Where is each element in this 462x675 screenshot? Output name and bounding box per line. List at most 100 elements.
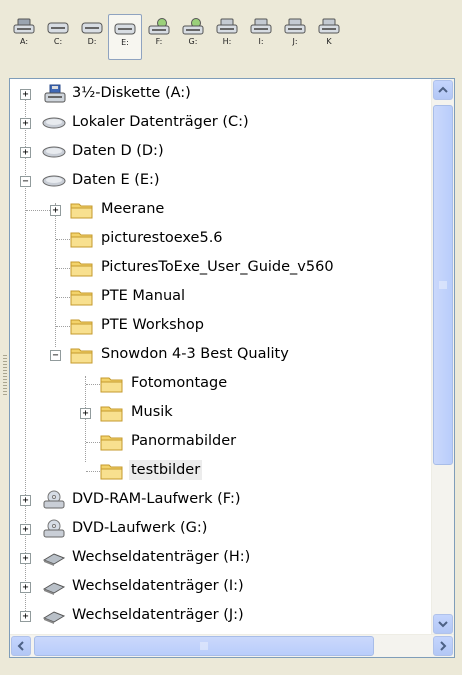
tree-item-drive-f[interactable]: + DVD-RAM-Laufwerk (F:)	[10, 485, 410, 515]
drive-label: D:	[87, 37, 97, 46]
drive-button-a[interactable]: A:	[7, 14, 41, 60]
drive-label: A:	[19, 37, 29, 46]
expand-toggle[interactable]: +	[20, 118, 31, 129]
tree-item-label: Meerane	[101, 201, 165, 217]
tree-item-label: Wechseldatenträger (I:)	[72, 578, 244, 594]
tree-item-folder-pte-manual[interactable]: PTE Manual	[10, 282, 410, 312]
splitter-grip[interactable]	[3, 355, 7, 395]
tree-item-label: Snowdon 4-3 Best Quality	[101, 346, 289, 362]
hard-drive-icon	[114, 23, 136, 35]
drive-label: F:	[155, 37, 163, 46]
folder-icon	[100, 464, 123, 480]
expand-toggle[interactable]: +	[80, 408, 91, 419]
tree-connector	[56, 268, 70, 269]
tree-item-drive-c[interactable]: + Lokaler Datenträger (C:)	[10, 108, 410, 138]
scroll-right-button[interactable]	[433, 636, 453, 656]
tree-item-label: Lokaler Datenträger (C:)	[72, 114, 249, 130]
tree-item-label: Wechseldatenträger (H:)	[72, 549, 251, 565]
scroll-down-button[interactable]	[433, 614, 453, 634]
tree-item-drive-d[interactable]: + Daten D (D:)	[10, 137, 410, 167]
horizontal-scroll-thumb[interactable]	[34, 636, 374, 656]
tree-connector	[56, 297, 70, 298]
tree-item-label: Panormabilder	[131, 433, 237, 449]
removable-drive-icon	[42, 553, 66, 566]
tree-item-drive-a[interactable]: + 3½-Diskette (A:)	[10, 79, 410, 109]
removable-drive-icon	[42, 582, 66, 595]
tree-item-label-selected: testbilder	[129, 460, 203, 480]
dvd-drive-icon	[43, 490, 65, 509]
tree-item-folder-snowdon[interactable]: − Snowdon 4-3 Best Quality	[10, 340, 410, 370]
tree-item-folder-musik[interactable]: + Musik	[10, 398, 410, 428]
tree-connector	[86, 384, 100, 385]
tree-connector	[26, 210, 50, 211]
drive-button-j[interactable]: J:	[278, 14, 312, 60]
tree-item-label: DVD-Laufwerk (G:)	[72, 520, 208, 536]
tree-item-folder-panormabilder[interactable]: Panormabilder	[10, 427, 410, 457]
horizontal-scrollbar[interactable]	[10, 634, 454, 657]
folder-icon	[100, 377, 123, 393]
expand-toggle[interactable]: +	[50, 205, 61, 216]
drive-label: E:	[121, 38, 129, 47]
drive-button-g[interactable]: G:	[176, 14, 210, 60]
folder-icon	[70, 348, 93, 364]
drive-button-f[interactable]: F:	[142, 14, 176, 60]
folder-icon	[100, 435, 123, 451]
tree-connector	[86, 471, 100, 472]
tree-item-folder-meerane[interactable]: + Meerane	[10, 195, 410, 225]
tree-item-label: DVD-RAM-Laufwerk (F:)	[72, 491, 241, 507]
hard-drive-icon	[42, 146, 66, 158]
tree-connector	[86, 442, 100, 443]
drive-button-d[interactable]: D:	[75, 14, 109, 60]
collapse-toggle[interactable]: −	[20, 176, 31, 187]
floppy-drive-icon	[44, 84, 66, 103]
tree-item-label: Musik	[131, 404, 173, 420]
scroll-left-button[interactable]	[11, 636, 31, 656]
tree-item-folder-user-guide[interactable]: PicturesToExe_User_Guide_v560	[10, 253, 430, 283]
tree-item-drive-j[interactable]: + Wechseldatenträger (J:)	[10, 601, 410, 631]
tree-item-drive-g[interactable]: + DVD-Laufwerk (G:)	[10, 514, 410, 544]
tree-item-folder-testbilder[interactable]: testbilder	[10, 456, 410, 486]
expand-toggle[interactable]: +	[20, 89, 31, 100]
drive-button-c[interactable]: C:	[41, 14, 75, 60]
expand-toggle[interactable]: +	[20, 524, 31, 535]
tree-item-folder-picturestoexe[interactable]: picturestoexe5.6	[10, 224, 410, 254]
collapse-toggle[interactable]: −	[50, 350, 61, 361]
scroll-up-button[interactable]	[433, 80, 453, 100]
expand-toggle[interactable]: +	[20, 553, 31, 564]
drive-label: G:	[188, 37, 198, 46]
hard-drive-icon	[42, 175, 66, 187]
hard-drive-icon	[42, 117, 66, 129]
folder-tree: + 3½-Diskette (A:) + Lokaler Datenträger…	[10, 79, 430, 635]
tree-item-label: 3½-Diskette (A:)	[72, 85, 191, 101]
tree-item-folder-pte-workshop[interactable]: PTE Workshop	[10, 311, 410, 341]
expand-toggle[interactable]: +	[20, 495, 31, 506]
dvd-drive-icon	[182, 18, 204, 35]
folder-icon	[70, 261, 93, 277]
hard-drive-icon	[47, 22, 69, 34]
tree-item-drive-h[interactable]: + Wechseldatenträger (H:)	[10, 543, 410, 573]
tree-item-folder-fotomontage[interactable]: Fotomontage	[10, 369, 410, 399]
drive-button-i[interactable]: I:	[244, 14, 278, 60]
chevron-up-icon	[438, 86, 448, 93]
drive-button-h[interactable]: H:	[210, 14, 244, 60]
vertical-scroll-thumb[interactable]	[433, 105, 453, 465]
grip-icon	[200, 642, 208, 650]
expand-toggle[interactable]: +	[20, 582, 31, 593]
tree-item-label: PTE Manual	[101, 288, 186, 304]
grip-icon	[439, 281, 447, 289]
expand-toggle[interactable]: +	[20, 147, 31, 158]
folder-icon	[70, 319, 93, 335]
drive-toolbar: A: C: D: E: F: G: H: I: J: K	[0, 0, 462, 72]
folder-icon	[70, 232, 93, 248]
drive-button-k[interactable]: K	[312, 14, 346, 60]
expand-toggle[interactable]: +	[20, 611, 31, 622]
tree-item-drive-e[interactable]: − Daten E (E:)	[10, 166, 410, 196]
drive-button-e[interactable]: E:	[108, 14, 142, 60]
vertical-scrollbar[interactable]	[431, 79, 454, 635]
dvd-drive-icon	[148, 18, 170, 35]
tree-item-drive-i[interactable]: + Wechseldatenträger (I:)	[10, 572, 410, 602]
removable-drive-icon	[42, 611, 66, 624]
tree-item-label: Wechseldatenträger (J:)	[72, 607, 244, 623]
drive-label: J:	[292, 37, 298, 46]
dvd-drive-icon	[43, 519, 65, 538]
